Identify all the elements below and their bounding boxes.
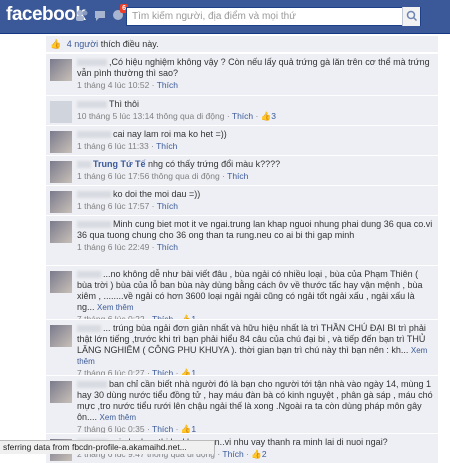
likes-suffix: thích điều này.	[100, 39, 159, 49]
avatar[interactable]	[50, 59, 72, 81]
comment-time[interactable]: 10 tháng 5 lúc 13:14 thông qua di động	[77, 111, 224, 121]
commenter-name[interactable]: Trung Tứ Tế	[93, 159, 146, 169]
comment-text: ... trúng bùa ngải đơn giản nhất và hữu …	[77, 323, 426, 355]
comment-time[interactable]: 1 tháng 6 lúc 11:33	[77, 141, 149, 151]
comment: ... trúng bùa ngải đơn giản nhất và hữu …	[46, 319, 438, 378]
like-link[interactable]: Thích	[157, 242, 178, 252]
avatar[interactable]	[50, 271, 72, 293]
redacted-name	[77, 381, 107, 389]
facebook-logo[interactable]: facebook	[6, 4, 86, 26]
comment-time[interactable]: 1 tháng 6 lúc 17:57	[77, 201, 149, 211]
comment: ,Có hiệu nghiệm không vậy ? Còn nếu lấy …	[46, 53, 438, 95]
avatar[interactable]	[50, 381, 72, 403]
avatar[interactable]	[50, 221, 72, 243]
redacted-name	[77, 131, 111, 139]
comment-text: cai nay lam roi ma ko het =))	[113, 129, 227, 139]
like-link[interactable]: Thích	[232, 111, 253, 121]
comment-time[interactable]: 1 tháng 6 lúc 22:49	[77, 242, 149, 252]
like-thumb-icon: 👍	[50, 39, 62, 49]
like-link[interactable]: Thích	[157, 80, 178, 90]
comment-text: Minh cung biet mot it ve ngai.trung lan …	[77, 219, 433, 240]
like-count[interactable]: 2	[262, 449, 267, 459]
like-link[interactable]: Thích	[227, 171, 248, 181]
comments-area: 👍 4 người thích điều này. ,Có hiệu nghiệ…	[40, 33, 442, 463]
see-more-link[interactable]: Xem thêm	[97, 303, 133, 312]
comment-text: ,Có hiệu nghiệm không vậy ? Còn nếu lấy …	[77, 57, 430, 78]
comment: Minh cung biet mot it ve ngai.trung lan …	[46, 215, 438, 265]
comment-time[interactable]: 1 tháng 6 lúc 17:56 thông qua di động	[77, 171, 220, 181]
avatar[interactable]	[50, 131, 72, 153]
friend-requests-icon[interactable]	[75, 7, 89, 23]
comment-time[interactable]: 1 tháng 4 lúc 10:52	[77, 80, 149, 90]
comment-text: ko doi the moi dau =))	[113, 189, 201, 199]
search-input[interactable]: Tìm kiếm người, địa điểm và mọi thứ	[126, 7, 421, 26]
comment-text: nhg có thấy trứng đổi màu k????	[148, 159, 281, 169]
see-more-link[interactable]: Xem thêm	[100, 413, 136, 422]
search-button[interactable]	[402, 7, 420, 26]
search-icon	[406, 10, 418, 22]
like-link[interactable]: Thích	[157, 201, 178, 211]
comment: Thì thôi 10 tháng 5 lúc 13:14 thông qua …	[46, 95, 438, 125]
like-count-icon: 👍	[251, 449, 262, 459]
redacted-name	[77, 271, 101, 279]
redacted-name	[77, 59, 107, 67]
notifications-icon[interactable]: 6	[111, 4, 128, 23]
avatar[interactable]	[50, 325, 72, 347]
search-placeholder: Tìm kiếm người, địa điểm và mọi thứ	[132, 11, 296, 22]
comment: cai nay lam roi ma ko het =)) 1 tháng 6 …	[46, 125, 438, 155]
avatar[interactable]	[50, 161, 72, 183]
comment: ko doi the moi dau =)) 1 tháng 6 lúc 17:…	[46, 185, 438, 215]
likes-count-link[interactable]: 4 người	[67, 39, 98, 49]
avatar[interactable]	[50, 101, 72, 123]
avatar[interactable]	[50, 191, 72, 213]
top-bar: facebook 6 Tìm kiếm người, địa điểm và m…	[0, 0, 450, 34]
redacted-name	[77, 191, 111, 199]
redacted-name	[77, 325, 101, 333]
comment-text: Thì thôi	[109, 99, 140, 109]
redacted-name	[77, 101, 107, 109]
comment: ban chỉ cần biết nhà người đó là bạn cho…	[46, 375, 438, 434]
comment: ...no không dễ như bài viết đâu , bùa ng…	[46, 265, 438, 324]
browser-status-bar: sferring data from fbcdn-profile-a.akama…	[0, 440, 215, 454]
messages-icon[interactable]	[93, 7, 107, 23]
like-link[interactable]: Thích	[222, 449, 243, 459]
like-link[interactable]: Thích	[156, 141, 177, 151]
notification-jewels: 6	[75, 4, 128, 23]
redacted-name	[77, 221, 111, 229]
comment: Trung Tứ Tế nhg có thấy trứng đổi màu k?…	[46, 155, 438, 185]
like-count-icon: 👍3	[260, 111, 277, 121]
redacted-name	[77, 161, 91, 169]
likes-summary: 👍 4 người thích điều này.	[46, 36, 438, 52]
